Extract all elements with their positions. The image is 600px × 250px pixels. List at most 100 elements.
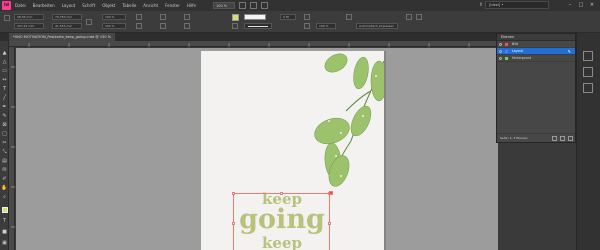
layers-status-text: Seite: 1, 3 Ebenen [500,136,528,140]
flip-horizontal-icon[interactable] [160,14,166,20]
stroke-panel-icon[interactable] [583,83,593,93]
reference-point-icon[interactable] [4,15,10,21]
new-layer-icon[interactable] [552,136,557,141]
scale-x-field[interactable]: 100 % [102,14,126,20]
panel-dock [576,33,600,250]
document-tab[interactable]: *UNO·MOTIVATION_Postkarte_keep_going.ind… [9,33,116,41]
view-options-icon[interactable] [239,2,247,9]
layer-name: Hintergrund [512,56,532,60]
workspace-switcher[interactable]: [Ideal] • [485,1,549,9]
opacity-field[interactable]: 100 % [316,23,336,29]
height-field[interactable]: 41,555 mm [52,23,82,29]
scissors-tool-icon[interactable]: ✂ [1,139,8,146]
x-position-field[interactable]: 28,56 mm [14,14,44,20]
layers-panel-footer: Seite: 1, 3 Ebenen [497,133,575,142]
constrain-proportions-icon[interactable] [86,19,92,25]
vertical-ruler[interactable] [9,47,15,250]
minimize-button[interactable]: – [566,1,574,9]
rectangle-frame-tool-icon[interactable]: ⊠ [1,121,8,128]
visibility-eye-icon[interactable] [499,43,502,46]
zoom-tool-icon[interactable]: ⌕ [1,193,8,200]
screen-mode-icon[interactable] [250,2,258,9]
type-tool-icon[interactable]: T [1,85,8,92]
effects-icon[interactable] [304,23,310,29]
layer-row-layout[interactable]: Layout ✎ [497,48,575,55]
gradient-tool-icon[interactable]: ▤ [1,157,8,164]
direct-selection-tool-icon[interactable]: △ [1,58,8,65]
fitting-icon[interactable] [346,14,352,20]
scale-y-field[interactable]: 100 % [102,23,126,29]
gap-tool-icon[interactable]: ↔ [1,76,8,83]
selection-tool-icon[interactable]: ▲ [1,49,8,56]
pencil-tool-icon[interactable]: ✎ [1,112,8,119]
stroke-type-dropdown[interactable] [244,23,272,29]
auto-fit-checkbox[interactable]: Automatisch einpassen [356,23,398,29]
shear-icon[interactable] [136,23,142,29]
select-container-icon[interactable] [184,14,190,20]
screen-mode-tool-icon[interactable]: ▣ [1,239,8,246]
rectangle-tool-icon[interactable]: □ [1,130,8,137]
indesign-logo: Id [2,1,11,10]
frame-out-port[interactable] [329,191,333,195]
delete-layer-icon[interactable] [568,136,573,141]
flip-vertical-icon[interactable] [160,23,166,29]
close-button[interactable]: × [588,1,596,9]
line-tool-icon[interactable]: ╱ [1,94,8,101]
menu-schrift[interactable]: Schrift [82,3,95,8]
width-field[interactable]: 70,783 mm [52,14,82,20]
fill-stroke-icon[interactable] [1,206,8,213]
drop-shadow-icon[interactable] [304,14,310,20]
share-icon[interactable]: ⇪ [477,1,485,9]
page-tool-icon[interactable]: ▭ [1,67,8,74]
maximize-button[interactable]: □ [577,1,585,9]
tools-panel: ▲ △ ▭ ↔ T ╱ ✒ ✎ ⊠ □ ✂ ⤡ ▤ ✉ ✐ ✋ ⌕ T ■ ▣ [0,41,9,250]
layer-color-icon [505,57,508,60]
stroke-weight-field[interactable]: 0 Pt [280,14,296,20]
free-transform-tool-icon[interactable]: ⤡ [1,148,8,155]
pen-tool-icon[interactable]: ✒ [1,103,8,110]
frame-handle-top-left[interactable] [232,192,235,195]
menu-bearbeiten[interactable]: Bearbeiten [33,3,55,8]
frame-handle-middle-left[interactable] [232,222,235,225]
select-content-icon[interactable] [184,23,190,29]
layer-row-hintergrund[interactable]: Hintergrund [497,55,575,62]
menu-layout[interactable]: Layout [62,3,76,8]
text-wrap-icon[interactable] [406,14,412,20]
layer-name: Bild [512,42,518,46]
menu-fenster[interactable]: Fenster [165,3,180,8]
horizontal-ruler[interactable] [9,41,498,47]
menu-datei[interactable]: Datei [15,3,26,8]
visibility-eye-icon[interactable] [499,57,502,60]
layers-panel: Ebenen Bild Layout ✎ Hintergrund Seite: … [496,33,576,143]
visibility-eye-icon[interactable] [499,50,502,53]
frame-handle-top-center[interactable] [280,192,283,195]
eyedropper-tool-icon[interactable]: ✐ [1,175,8,182]
menu-ansicht[interactable]: Ansicht [143,3,158,8]
note-tool-icon[interactable]: ✉ [1,166,8,173]
align-icon[interactable] [416,14,422,20]
pages-panel-icon[interactable] [583,51,593,61]
stroke-swatch[interactable] [232,23,238,29]
menu-hilfe[interactable]: Hilfe [187,3,196,8]
indesign-window: Id Datei Bearbeiten Layout Schrift Objek… [0,0,600,250]
layer-row-bild[interactable]: Bild [497,41,575,48]
menu-bar: Id Datei Bearbeiten Layout Schrift Objek… [0,0,600,11]
formatting-affects-icon[interactable]: T [1,217,8,224]
layer-color-icon [505,43,508,46]
hand-tool-icon[interactable]: ✋ [1,184,8,191]
arrange-documents-icon[interactable] [261,2,269,9]
control-panel: 28,56 mm 207,42 mm 70,783 mm 41,555 mm 1… [0,11,600,33]
zoom-level-field[interactable]: 100 % [213,2,236,9]
apply-color-icon[interactable]: ■ [1,228,8,235]
frame-handle-middle-right[interactable] [328,222,331,225]
y-position-field[interactable]: 207,42 mm [14,23,44,29]
links-panel-icon[interactable] [583,67,593,77]
menu-objekt[interactable]: Objekt [102,3,115,8]
menu-tabelle[interactable]: Tabelle [122,3,136,8]
fill-swatch[interactable] [232,14,239,21]
selected-text-frame[interactable] [232,191,333,250]
layers-panel-title[interactable]: Ebenen [497,34,575,41]
rotate-icon[interactable] [136,14,142,20]
move-layer-icon[interactable] [560,136,565,141]
stroke-weight-dropdown[interactable] [244,14,266,20]
